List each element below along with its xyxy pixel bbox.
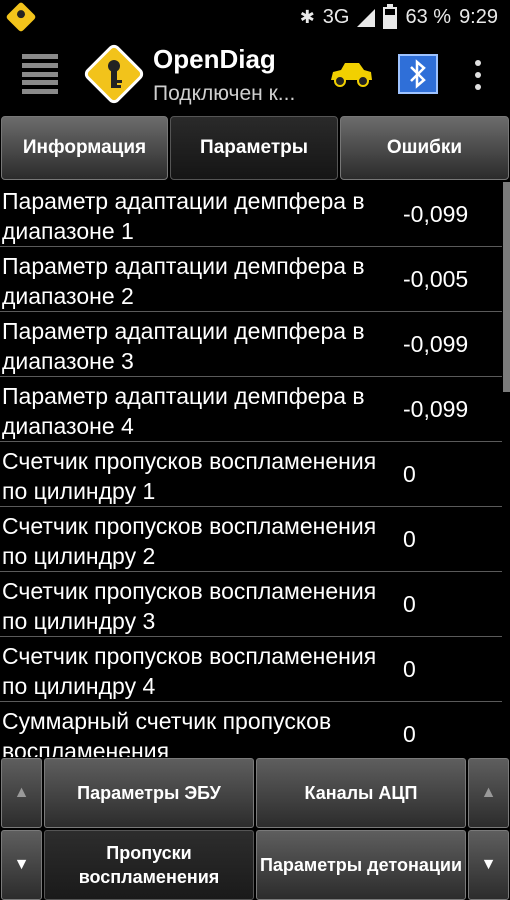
parameter-value: -0,099	[403, 396, 469, 422]
parameter-name: Параметр адаптации демпфера в диапазоне …	[2, 253, 365, 309]
list-item[interactable]: Суммарный счетчик пропусков воспламенени…	[0, 702, 502, 757]
scroll-down-left-button[interactable]: ▼	[1, 830, 42, 900]
up-arrow-icon: ▲	[13, 784, 30, 801]
parameter-name: Суммарный счетчик пропусков воспламенени…	[2, 708, 332, 757]
opendiag-logo[interactable]	[82, 42, 146, 106]
list-item[interactable]: Счетчик пропусков воспламенения по цилин…	[0, 637, 502, 702]
parameter-name: Счетчик пропусков воспламенения по цилин…	[2, 643, 377, 699]
parameter-name: Счетчик пропусков воспламенения по цилин…	[2, 448, 377, 504]
bluetooth-icon	[410, 59, 426, 89]
list-item[interactable]: Параметр адаптации демпфера в диапазоне …	[0, 377, 502, 442]
bluetooth-icon: ✱	[299, 7, 315, 27]
parameter-value: 0	[403, 591, 416, 617]
parameter-value: 0	[403, 656, 416, 682]
overflow-menu-icon[interactable]	[474, 60, 482, 90]
down-arrow-icon: ▼	[480, 856, 497, 873]
parameter-list[interactable]: Параметр адаптации демпфера в диапазоне …	[0, 182, 502, 757]
parameter-value: 0	[403, 461, 416, 487]
parameter-name: Счетчик пропусков воспламенения по цилин…	[2, 513, 377, 569]
bottom-nav: ▲ Параметры ЭБУ Каналы АЦП ▲ ▼ Пропуски …	[0, 757, 510, 900]
knock-parameters-button[interactable]: Параметры детонации	[256, 830, 466, 900]
parameter-value: -0,099	[403, 331, 469, 357]
list-item[interactable]: Параметр адаптации демпфера в диапазоне …	[0, 182, 502, 247]
connection-status: Подключен к...	[153, 82, 296, 105]
list-item[interactable]: Счетчик пропусков воспламенения по цилин…	[0, 442, 502, 507]
scroll-down-right-button[interactable]: ▼	[468, 830, 509, 900]
bluetooth-button[interactable]	[398, 54, 438, 94]
menu-icon[interactable]	[22, 54, 58, 94]
parameter-name: Параметр адаптации демпфера в диапазоне …	[2, 188, 365, 244]
up-arrow-icon: ▲	[480, 784, 497, 801]
action-bar: OpenDiag Подключен к...	[0, 36, 510, 114]
down-arrow-icon: ▼	[13, 856, 30, 873]
signal-icon	[357, 8, 376, 27]
battery-icon	[383, 3, 398, 29]
clock: 9:29	[459, 6, 498, 28]
opendiag-notification-icon	[5, 1, 37, 33]
list-item[interactable]: Счетчик пропусков воспламенения по цилин…	[0, 572, 502, 637]
status-indicators: ✱ 3G 63 % 9:29	[299, 3, 498, 29]
status-bar: ✱ 3G 63 % 9:29	[0, 0, 510, 36]
ecu-parameters-button[interactable]: Параметры ЭБУ	[44, 758, 254, 828]
parameter-value: -0,099	[403, 201, 469, 227]
parameter-name: Параметр адаптации демпфера в диапазоне …	[2, 383, 365, 439]
list-item[interactable]: Параметр адаптации демпфера в диапазоне …	[0, 247, 502, 312]
battery-percent: 63 %	[405, 6, 452, 28]
adc-channels-button[interactable]: Каналы АЦП	[256, 758, 466, 828]
app-title: OpenDiag	[153, 44, 276, 74]
car-icon[interactable]	[327, 56, 375, 92]
network-type: 3G	[322, 6, 350, 28]
scrollbar[interactable]	[503, 182, 510, 392]
scroll-up-right-button[interactable]: ▲	[468, 758, 509, 828]
parameter-value: 0	[403, 721, 416, 747]
parameter-value: 0	[403, 526, 416, 552]
misfires-button[interactable]: Пропуски воспламенения	[44, 830, 254, 900]
list-item[interactable]: Счетчик пропусков воспламенения по цилин…	[0, 507, 502, 572]
parameter-name: Параметр адаптации демпфера в диапазоне …	[2, 318, 365, 374]
tab-parameters[interactable]: Параметры	[170, 116, 338, 180]
scroll-up-left-button[interactable]: ▲	[1, 758, 42, 828]
tab-bar: Информация Параметры Ошибки	[0, 114, 510, 182]
parameter-value: -0,005	[403, 266, 469, 292]
tab-information[interactable]: Информация	[1, 116, 168, 180]
tab-errors[interactable]: Ошибки	[340, 116, 509, 180]
parameter-name: Счетчик пропусков воспламенения по цилин…	[2, 578, 377, 634]
list-item[interactable]: Параметр адаптации демпфера в диапазоне …	[0, 312, 502, 377]
